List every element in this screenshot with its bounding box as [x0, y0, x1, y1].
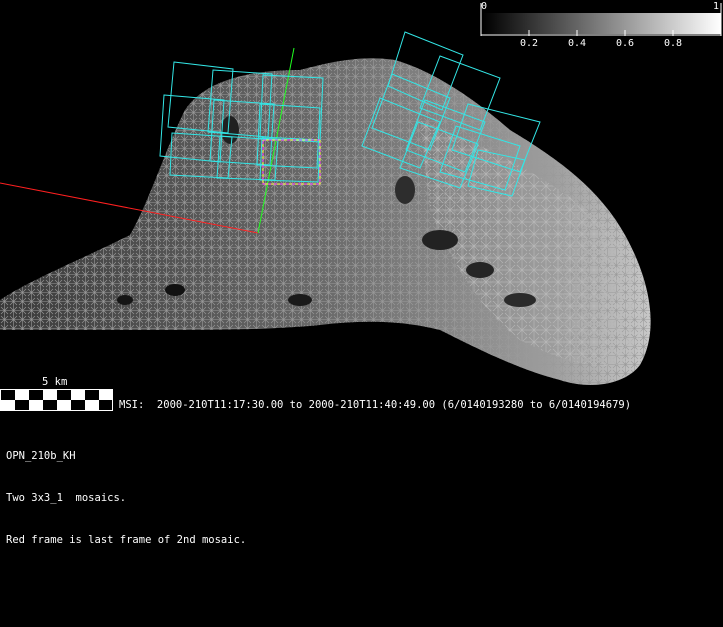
colorbar-tick-0-6: 0.6	[616, 38, 635, 49]
observation-id: OPN_210b_KH	[6, 450, 76, 462]
colorbar-max-label: 1	[713, 1, 720, 12]
viewer-canvas[interactable]: 0 1 0.2 0.4 0.6 0.8 5 km MSI: 2000-210T1…	[0, 0, 723, 627]
scale-bar-graphic	[0, 389, 113, 411]
msi-time-range: MSI: 2000-210T11:17:30.00 to 2000-210T11…	[119, 399, 632, 411]
colorbar-graphic	[480, 3, 722, 36]
colorbar-tick-0-2: 0.2	[520, 38, 539, 49]
asteroid-shape	[0, 58, 651, 386]
info-panel: OPN_210b_KH Two 3x3_1 mosaics. Red frame…	[6, 421, 246, 575]
colorbar-tick-0-8: 0.8	[664, 38, 683, 49]
mosaic-description: Two 3x3_1 mosaics.	[6, 492, 127, 504]
colorbar-min-label: 0	[481, 1, 488, 12]
scale-label: 5 km	[42, 376, 68, 388]
red-frame-note: Red frame is last frame of 2nd mosaic.	[6, 534, 247, 546]
colorbar-tick-0-4: 0.4	[568, 38, 587, 49]
